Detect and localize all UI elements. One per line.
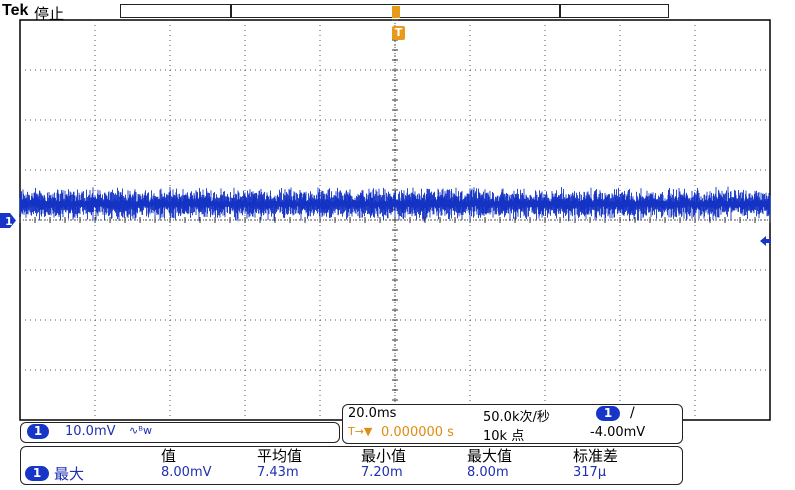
record-trigger-indicator bbox=[392, 6, 400, 18]
trigger-delay-value: 0.000000 s bbox=[381, 425, 454, 440]
meas-header-stddev: 标准差 bbox=[573, 447, 619, 465]
trigger-position-marker[interactable]: T bbox=[392, 26, 405, 40]
time-per-division: 20.0ms bbox=[348, 406, 397, 421]
waveform-noise-band bbox=[19, 186, 771, 222]
channel-scale: 10.0mV bbox=[65, 424, 116, 439]
meas-mean: 7.43m bbox=[257, 465, 299, 480]
acquisition-status: 停止 bbox=[34, 5, 65, 23]
trigger-source-badge: 1 bbox=[596, 406, 620, 421]
meas-max: 8.00m bbox=[467, 465, 509, 480]
bandwidth-limit-icon: ∿ᴮ𝗐 bbox=[129, 424, 152, 437]
meas-value: 8.00mV bbox=[161, 465, 212, 480]
ch1-marker-label: 1 bbox=[5, 215, 13, 228]
meas-stddev: 317μ bbox=[573, 465, 607, 480]
trigger-level-arrow-icon[interactable] bbox=[760, 235, 772, 247]
ch1-ground-arrow-icon[interactable]: 1 bbox=[0, 213, 16, 228]
channel-settings-panel[interactable]: 1 10.0mV ∿ᴮ𝗐 bbox=[20, 422, 340, 443]
record-length: 10k 点 bbox=[483, 429, 525, 444]
meas-min: 7.20m bbox=[361, 465, 403, 480]
brand-logo: Tek bbox=[2, 2, 29, 19]
rising-edge-icon: / bbox=[630, 405, 635, 421]
ch1-badge: 1 bbox=[27, 424, 49, 439]
trigger-level: -4.00mV bbox=[590, 425, 646, 440]
sample-rate: 50.0k次/秒 bbox=[483, 410, 550, 425]
trigger-delay-icon: T→▼ bbox=[348, 425, 373, 438]
meas-header-min: 最小值 bbox=[361, 447, 407, 465]
meas-header-max: 最大值 bbox=[467, 447, 513, 465]
meas-type-label: 最大 bbox=[54, 465, 85, 483]
ch1-waveform-trace bbox=[19, 186, 771, 222]
measurement-panel[interactable]: 值 平均值 最小值 最大值 标准差 1 最大 8.00mV 7.43m 7.20… bbox=[20, 446, 683, 485]
timebase-trigger-panel[interactable]: 20.0ms 50.0k次/秒 1 / T→▼ 0.000000 s 10k 点… bbox=[342, 404, 683, 444]
meas-channel-badge: 1 bbox=[25, 466, 49, 481]
meas-header-mean: 平均值 bbox=[257, 447, 303, 465]
meas-header-value: 值 bbox=[161, 447, 177, 465]
graticule-grid bbox=[19, 19, 771, 421]
